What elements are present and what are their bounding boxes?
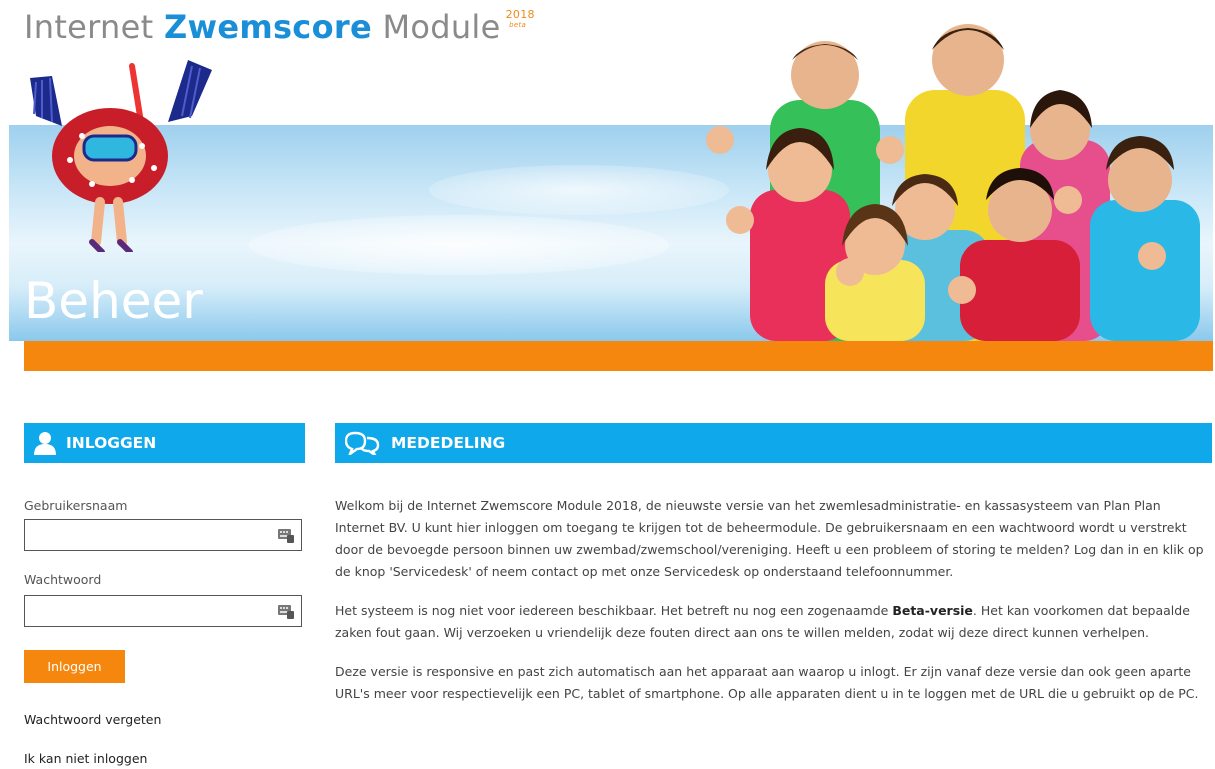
username-label: Gebruikersnaam [24, 498, 128, 513]
brand-tag: beta [509, 21, 527, 29]
brand-year-badge: 2018 beta [505, 8, 535, 30]
username-field[interactable] [24, 519, 302, 551]
news-paragraph-3: Deze versie is responsive en past zich a… [335, 664, 1199, 701]
username-input[interactable] [31, 520, 275, 550]
forgot-password-link[interactable]: Wachtwoord vergeten [24, 712, 161, 727]
news-body: Welkom bij de Internet Zwemscore Module … [335, 495, 1212, 722]
beta-version-emphasis: Beta-versie [892, 603, 973, 618]
keyboard-icon[interactable] [278, 527, 294, 547]
brand-year: 2018 [505, 8, 535, 21]
password-field[interactable] [24, 595, 302, 627]
keyboard-icon[interactable] [278, 603, 294, 623]
login-button[interactable]: Inloggen [24, 650, 125, 683]
brand-part1: Internet [24, 8, 154, 46]
user-icon [34, 431, 56, 455]
speech-bubbles-icon [345, 431, 381, 455]
section-title: Beheer [24, 272, 203, 330]
news-paragraph-2: Het systeem is nog niet voor iedereen be… [335, 600, 1212, 644]
news-panel-header: MEDEDELING [335, 423, 1212, 463]
banner-accent-bar [24, 341, 1213, 371]
news-paragraph-1: Welkom bij de Internet Zwemscore Module … [335, 498, 1204, 579]
cannot-login-link[interactable]: Ik kan niet inloggen [24, 751, 147, 766]
brand-part2: Zwemscore [163, 8, 372, 46]
password-input[interactable] [31, 596, 275, 626]
diver-mascot-illustration [30, 60, 212, 252]
password-label: Wachtwoord [24, 572, 102, 587]
login-panel-title: INLOGGEN [66, 434, 157, 452]
app-title: Internet Zwemscore Module 2018 beta [24, 8, 535, 46]
news-p2-text-start: Het systeem is nog niet voor iedereen be… [335, 603, 893, 618]
people-thumbs-up-photo [706, 24, 1200, 341]
brand-part3: Module [382, 8, 501, 46]
login-panel-header: INLOGGEN [24, 423, 305, 463]
news-panel-title: MEDEDELING [391, 434, 506, 452]
